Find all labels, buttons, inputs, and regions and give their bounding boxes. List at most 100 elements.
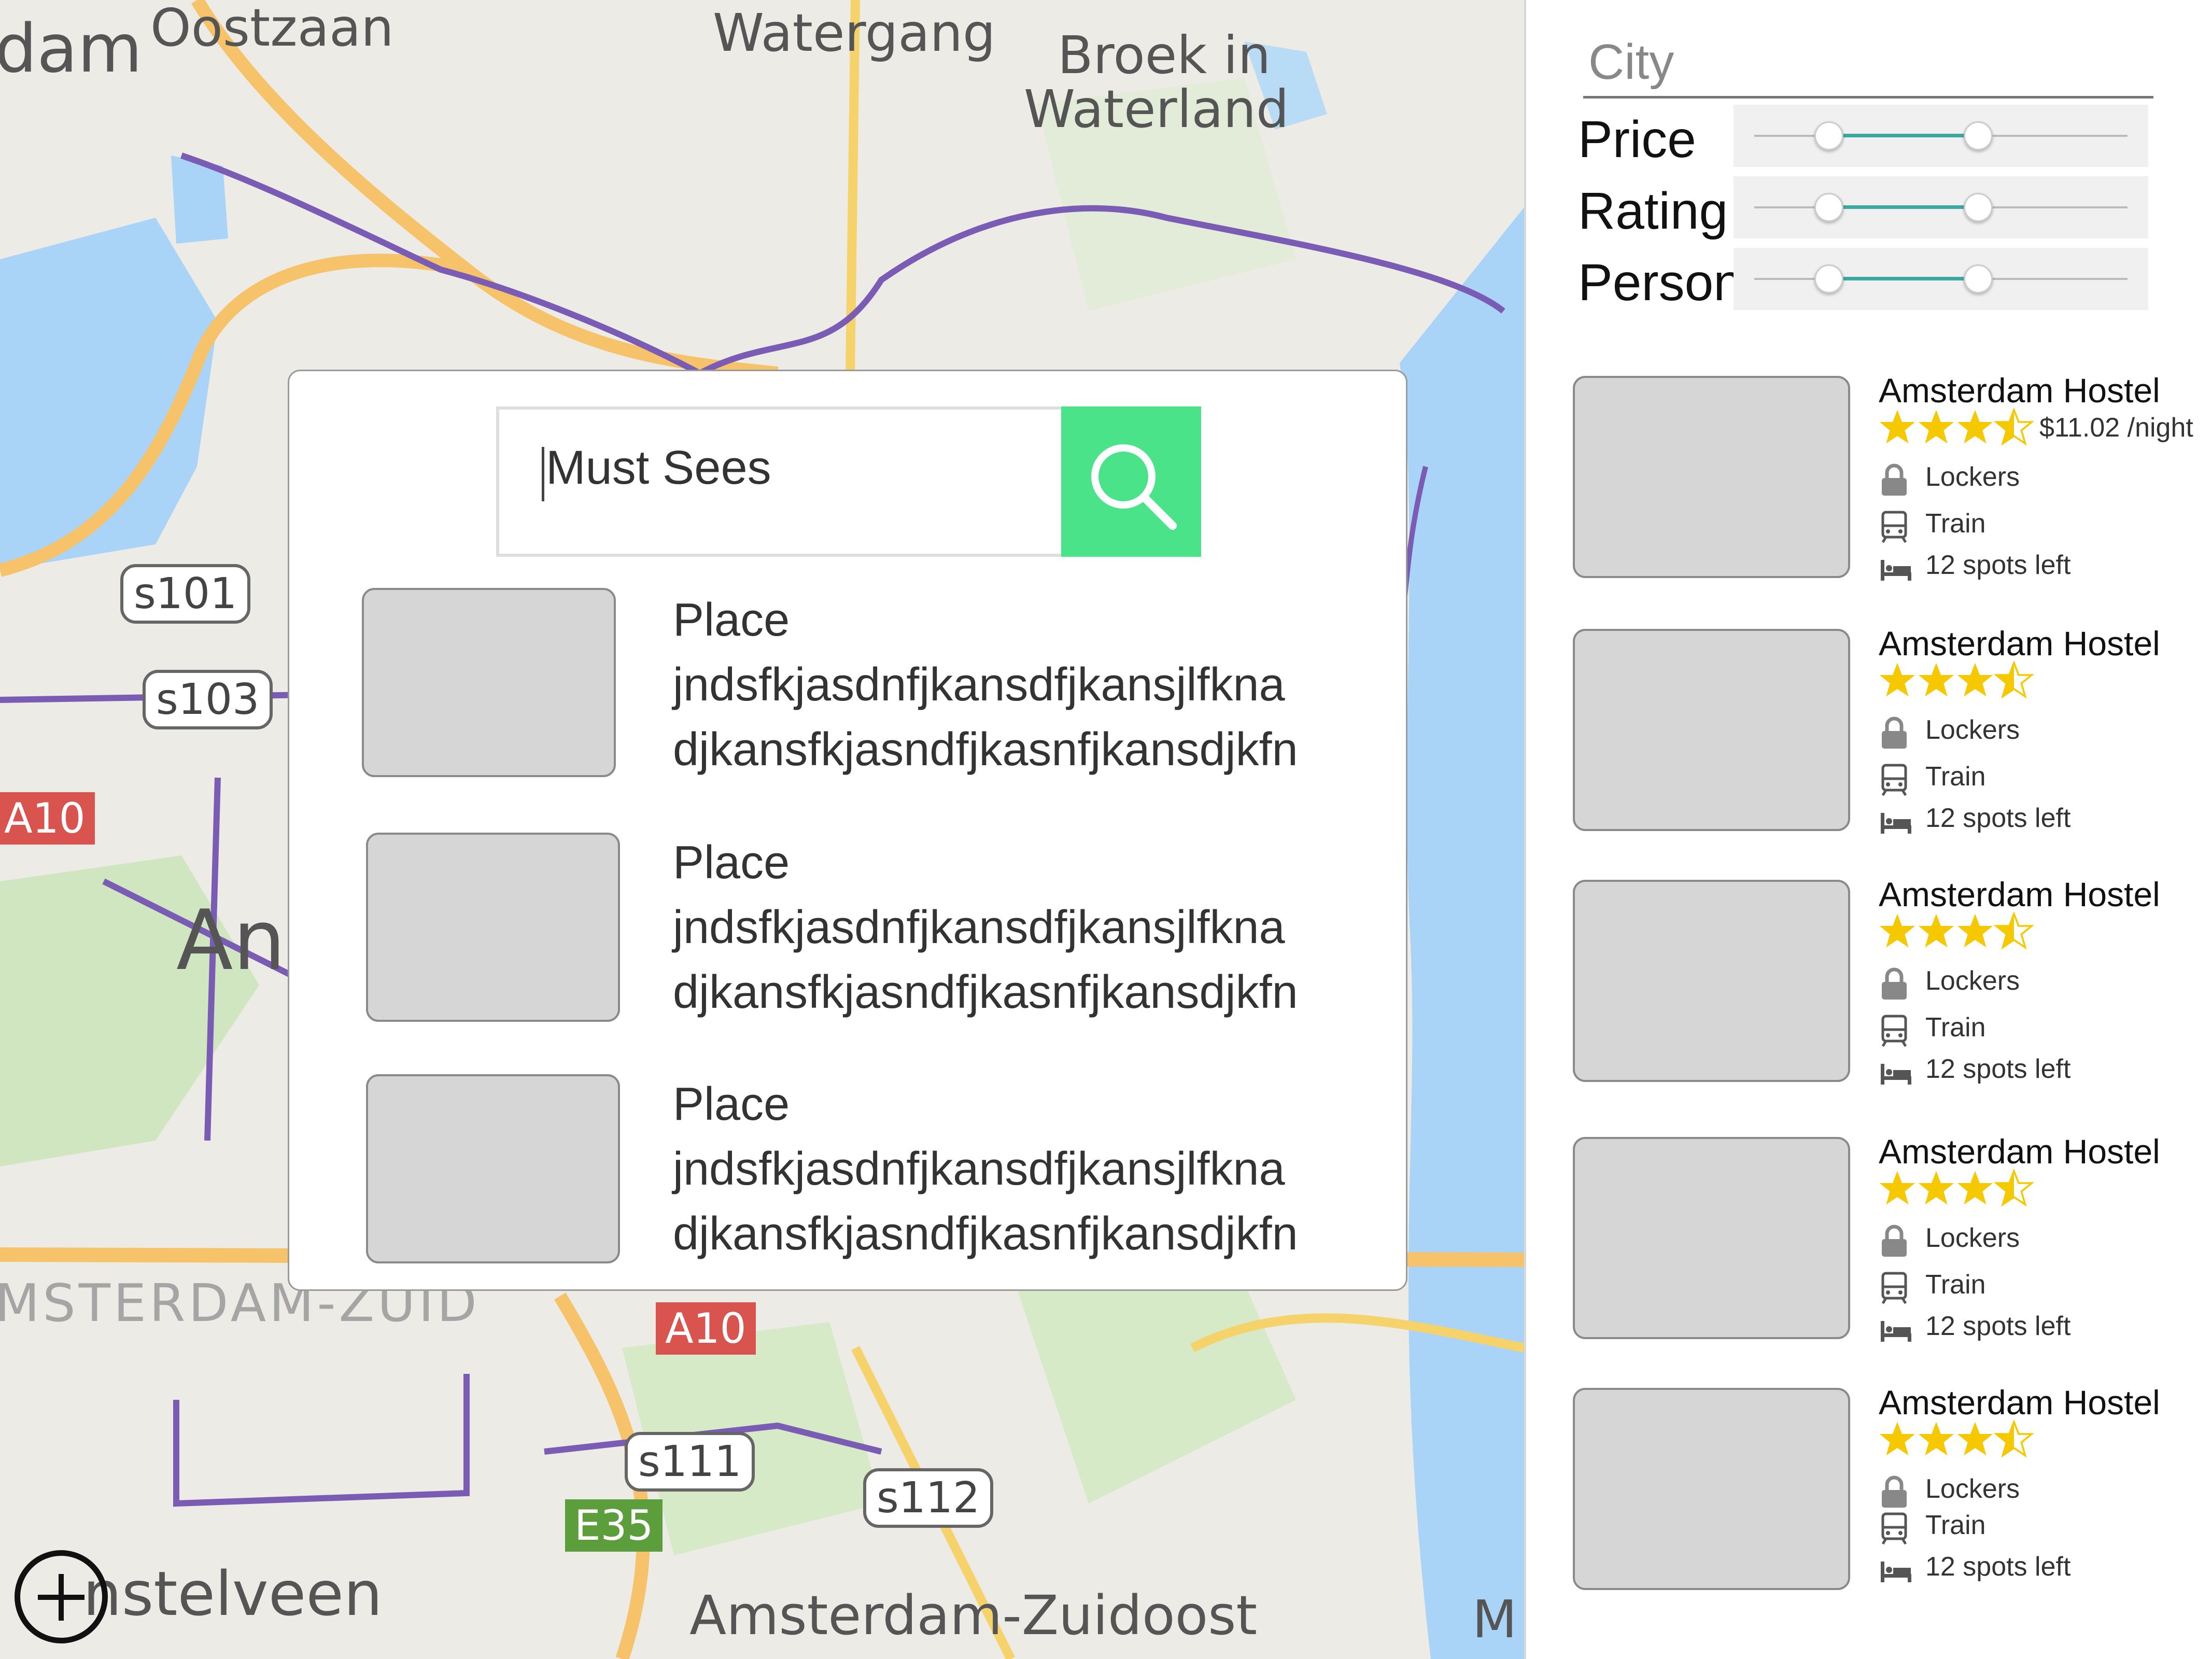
hostel-card[interactable]: Amsterdam Hostel Lockers Train 12 spots lef… xyxy=(1573,1132,2212,1344)
city-input[interactable]: City xyxy=(1583,29,2153,99)
rating-stars xyxy=(1879,661,2034,699)
star-full-icon xyxy=(1957,913,1993,948)
hostel-name: Amsterdam Hostel xyxy=(1879,1132,2160,1171)
amenity-label: Lockers xyxy=(1925,462,2020,492)
star-full-icon xyxy=(1879,913,1915,948)
lock-icon xyxy=(1882,1225,1907,1257)
hostel-card[interactable]: Amsterdam Hostel $11.02 /night Lockers Trai… xyxy=(1573,371,2212,583)
search-input[interactable]: Must Sees xyxy=(542,441,1064,501)
road-shield: s112 xyxy=(863,1468,994,1528)
filter-person: Person xyxy=(1578,248,2148,313)
rating-stars xyxy=(1879,1420,2034,1458)
amenity-label: Train xyxy=(1925,1013,1986,1043)
star-full-icon xyxy=(1957,1422,1993,1456)
hostel-thumbnail xyxy=(1573,376,1850,578)
filter-rating: Rating xyxy=(1578,176,2148,241)
map-label: Amsterdam-Zuidoost xyxy=(689,1584,1258,1647)
map-label: dam xyxy=(0,10,143,88)
amenity-label: Lockers xyxy=(1925,715,2020,745)
amenity-label: 12 spots left xyxy=(1925,1054,2071,1084)
amenity-label: Train xyxy=(1925,762,1986,792)
place-description: djkansfkjasndfjkasnfjkansdjkfn xyxy=(673,1208,1298,1260)
place-thumbnail xyxy=(366,1074,620,1263)
star-full-icon xyxy=(1957,410,1993,444)
hostel-card[interactable]: Amsterdam Hostel Lockers Train 12 spots lef… xyxy=(1573,624,2212,836)
place-description: jndsfkjasdnfjkansdfjkansjlfkna xyxy=(673,1143,1285,1195)
person-range-slider[interactable] xyxy=(1734,248,2148,310)
hostel-thumbnail xyxy=(1573,1137,1850,1339)
amenity-label: 12 spots left xyxy=(1925,803,2071,833)
map-label: M xyxy=(1472,1589,1517,1650)
place-description: jndsfkjasdnfjkansdfjkansjlfkna xyxy=(673,659,1285,711)
place-description: djkansfkjasndfjkasnfjkansdjkfn xyxy=(673,966,1298,1018)
price-range-slider[interactable] xyxy=(1734,105,2148,167)
hostel-name: Amsterdam Hostel xyxy=(1879,624,2160,663)
filter-label: Price xyxy=(1578,110,1696,168)
filter-label: Person xyxy=(1578,254,1742,312)
hostel-thumbnail xyxy=(1573,629,1850,831)
star-full-icon xyxy=(1918,1171,1954,1205)
road-badge: E35 xyxy=(565,1499,663,1552)
slider-max-handle[interactable] xyxy=(1964,193,1993,222)
lock-icon xyxy=(1882,1475,1907,1508)
bed-icon xyxy=(1881,1562,1911,1582)
hostel-name: Amsterdam Hostel xyxy=(1879,1383,2160,1422)
star-full-icon xyxy=(1879,1171,1915,1205)
lock-icon xyxy=(1882,463,1907,496)
hostel-name: Amsterdam Hostel xyxy=(1879,875,2160,913)
slider-min-handle[interactable] xyxy=(1814,193,1843,222)
star-full-icon xyxy=(1918,410,1954,444)
rating-stars xyxy=(1879,912,2034,950)
amenity-label: Lockers xyxy=(1925,1223,2020,1253)
slider-max-handle[interactable] xyxy=(1964,264,1993,293)
place-description: jndsfkjasdnfjkansdfjkansjlfkna xyxy=(673,902,1285,953)
road-badge: A10 xyxy=(0,792,95,845)
rating-range-slider[interactable] xyxy=(1734,176,2148,238)
bed-icon xyxy=(1881,813,1911,834)
search-button[interactable] xyxy=(1061,406,1201,557)
star-full-icon xyxy=(1918,913,1954,948)
star-half-icon xyxy=(1993,1169,2034,1207)
place-description: djkansfkjasndfjkasnfjkansdjkfn xyxy=(673,724,1298,776)
rating-stars xyxy=(1879,408,2034,446)
amenity-label: Train xyxy=(1925,509,1986,539)
filter-sidebar: City Price Rating Person Amsterdam Hoste… xyxy=(1524,0,2212,1659)
map-view[interactable]: dam Oostzaan Watergang Broek in Waterlan… xyxy=(0,0,1524,1659)
train-icon xyxy=(1881,1015,1907,1047)
train-icon xyxy=(1881,511,1907,543)
city-placeholder: City xyxy=(1588,34,1674,90)
map-label: Watergang xyxy=(713,3,996,63)
road-shield: s101 xyxy=(120,564,251,624)
must-sees-modal: Must Sees Place jndsfkjasdnfjkansdfjkans… xyxy=(288,370,1407,1291)
filter-price: Price xyxy=(1578,105,2148,170)
hostel-card[interactable]: Amsterdam Hostel Lockers Train 12 spots lef… xyxy=(1573,1383,2212,1595)
slider-fill xyxy=(1829,277,1978,280)
lock-icon xyxy=(1882,716,1907,749)
star-half-icon xyxy=(1993,1420,2034,1458)
place-title: Place xyxy=(673,594,790,646)
road-shield: s103 xyxy=(143,670,273,729)
amenity-label: Train xyxy=(1925,1510,1986,1540)
star-full-icon xyxy=(1879,410,1915,444)
search-bar: Must Sees xyxy=(496,406,1201,557)
amenity-label: 12 spots left xyxy=(1925,1311,2071,1341)
rating-stars xyxy=(1879,1169,2034,1207)
train-icon xyxy=(1881,764,1907,796)
slider-min-handle[interactable] xyxy=(1814,264,1843,293)
map-label: An xyxy=(176,892,286,989)
search-icon xyxy=(1091,444,1177,530)
bed-icon xyxy=(1881,560,1911,581)
slider-min-handle[interactable] xyxy=(1814,121,1843,150)
zoom-in-button[interactable] xyxy=(15,1550,108,1643)
bed-icon xyxy=(1881,1064,1911,1085)
map-label: Broek in xyxy=(1058,25,1271,86)
hostel-price: $11.02 /night xyxy=(2039,413,2193,443)
amenity-label: Lockers xyxy=(1925,966,2020,996)
amenity-label: Lockers xyxy=(1925,1474,2020,1504)
hostel-card[interactable]: Amsterdam Hostel Lockers Train 12 spots lef… xyxy=(1573,875,2212,1087)
star-half-icon xyxy=(1993,912,2034,950)
star-full-icon xyxy=(1957,663,1993,697)
slider-max-handle[interactable] xyxy=(1964,121,1993,150)
road-badge: A10 xyxy=(656,1302,756,1355)
lock-icon xyxy=(1882,967,1907,1000)
